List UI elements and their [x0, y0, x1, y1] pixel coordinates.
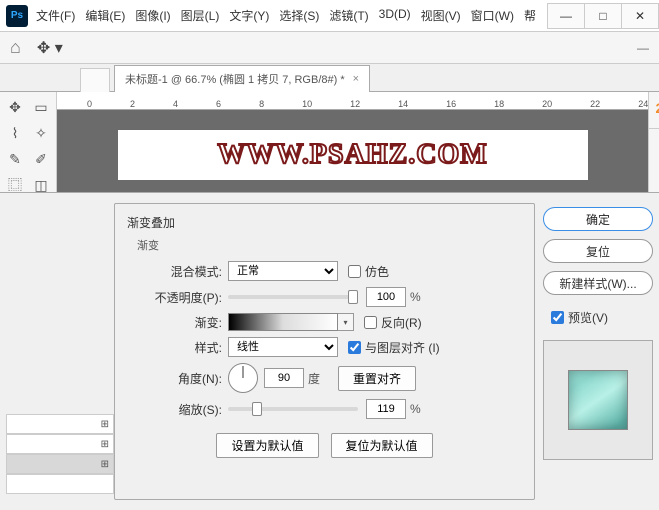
angle-input[interactable]	[264, 368, 304, 388]
brush-tool[interactable]: ✐	[30, 148, 52, 170]
preview-box	[543, 340, 653, 460]
document-tab[interactable]: 未标题-1 @ 66.7% (椭圆 1 拷贝 7, RGB/8#) * ×	[114, 65, 370, 92]
align-label: 与图层对齐 (I)	[365, 339, 440, 356]
scale-label: 缩放(S):	[127, 401, 222, 418]
opacity-label: 不透明度(P):	[127, 289, 222, 306]
menu-select[interactable]: 选择(S)	[279, 7, 319, 24]
tick: 6	[216, 99, 221, 109]
preview-label: 预览(V)	[568, 309, 608, 326]
section-sub: 渐变	[137, 237, 522, 253]
tick: 16	[446, 99, 456, 109]
tick: 22	[590, 99, 600, 109]
main-menu: 文件(F) 编辑(E) 图像(I) 图层(L) 文字(Y) 选择(S) 滤镜(T…	[36, 7, 536, 24]
ok-button[interactable]: 确定	[543, 207, 653, 231]
pct-label: %	[410, 290, 421, 304]
set-default-button[interactable]: 设置为默认值	[216, 433, 318, 458]
tick: 8	[259, 99, 264, 109]
opacity-input[interactable]	[366, 287, 406, 307]
section-header: 渐变叠加	[127, 214, 522, 231]
tick: 18	[494, 99, 504, 109]
collapse-icon[interactable]: —	[637, 41, 649, 55]
layer-style-dialog: ⊞ ⊞ ⊞ 渐变叠加 渐变 混合模式: 正常 仿色 不透明度(P): % 渐变:…	[0, 192, 659, 510]
preview-checkbox[interactable]	[551, 311, 564, 324]
maximize-button[interactable]: □	[584, 3, 622, 29]
tick: 0	[87, 99, 92, 109]
reverse-label: 反向(R)	[381, 314, 422, 331]
tick: 24	[638, 99, 648, 109]
gradient-dropdown-icon[interactable]: ▾	[338, 313, 354, 331]
minimize-button[interactable]: —	[547, 3, 585, 29]
gradient-label: 渐变:	[127, 314, 222, 331]
reset-align-button[interactable]: 重置对齐	[338, 366, 416, 391]
empty-tab[interactable]	[80, 68, 110, 92]
blend-mode-select[interactable]: 正常	[228, 261, 338, 281]
angle-label: 角度(N):	[127, 370, 222, 387]
tick: 12	[350, 99, 360, 109]
style-select[interactable]: 线性	[228, 337, 338, 357]
eyedrop-tool[interactable]: ✎	[4, 148, 26, 170]
tab-title: 未标题-1 @ 66.7% (椭圆 1 拷贝 7, RGB/8#) *	[125, 71, 345, 87]
preview-swatch	[568, 370, 628, 430]
tick: 2	[130, 99, 135, 109]
home-icon[interactable]: ⌂	[10, 37, 21, 58]
watermark-text: WWW.PSAHZ.COM	[217, 139, 487, 171]
opacity-slider[interactable]	[228, 295, 358, 299]
document-page: WWW.PSAHZ.COM	[118, 130, 588, 180]
blend-mode-label: 混合模式:	[127, 263, 222, 280]
lasso-tool[interactable]: ⌇	[4, 122, 26, 144]
angle-dial[interactable]	[228, 363, 258, 393]
menu-view[interactable]: 视图(V)	[421, 7, 461, 24]
pct-label: %	[410, 402, 421, 416]
menu-filter[interactable]: 滤镜(T)	[329, 7, 368, 24]
align-checkbox[interactable]	[348, 341, 361, 354]
dialog-actions: 确定 复位 新建样式(W)... 预览(V)	[535, 203, 653, 500]
menu-file[interactable]: 文件(F)	[36, 7, 75, 24]
reset-default-button[interactable]: 复位为默认值	[331, 433, 433, 458]
menu-layer[interactable]: 图层(L)	[181, 7, 220, 24]
menu-window[interactable]: 窗口(W)	[471, 7, 514, 24]
cancel-button[interactable]: 复位	[543, 239, 653, 263]
style-list: ⊞ ⊞ ⊞	[6, 203, 114, 500]
close-tab-icon[interactable]: ×	[353, 73, 359, 85]
gradient-swatch[interactable]	[228, 313, 338, 331]
style-row[interactable]: ⊞	[6, 414, 114, 434]
panel-number: 2.5	[655, 100, 659, 116]
ruler-horizontal: 0 2 4 6 8 10 12 14 16 18 20 22 24	[57, 92, 648, 110]
deg-label: 度	[308, 370, 320, 387]
tick: 4	[173, 99, 178, 109]
tick: 10	[302, 99, 312, 109]
dither-label: 仿色	[365, 263, 389, 280]
menu-help[interactable]: 帮	[524, 7, 536, 24]
menu-type[interactable]: 文字(Y)	[229, 7, 269, 24]
style-row-selected[interactable]: ⊞	[6, 454, 114, 474]
menu-edit[interactable]: 编辑(E)	[85, 7, 125, 24]
reverse-checkbox[interactable]	[364, 316, 377, 329]
wand-tool[interactable]: ✧	[30, 122, 52, 144]
new-style-button[interactable]: 新建样式(W)...	[543, 271, 653, 295]
move-tool[interactable]: ✥	[4, 96, 26, 118]
scale-input[interactable]	[366, 399, 406, 419]
style-label: 样式:	[127, 339, 222, 356]
style-row[interactable]: ⊞	[6, 434, 114, 454]
move-tool-icon[interactable]: ✥ ▾	[37, 38, 63, 58]
menu-3d[interactable]: 3D(D)	[379, 7, 411, 24]
tick: 20	[542, 99, 552, 109]
tick: 14	[398, 99, 408, 109]
style-row[interactable]	[6, 474, 114, 494]
right-panel: 2.5 ▦ ❐	[648, 92, 659, 192]
scale-slider[interactable]	[228, 407, 358, 411]
canvas-area[interactable]: WWW.PSAHZ.COM	[57, 110, 648, 192]
dither-checkbox[interactable]	[348, 265, 361, 278]
menu-image[interactable]: 图像(I)	[135, 7, 170, 24]
tool-palette: ✥ ▭ ⌇ ✧ ✎ ✐ ⿴ ◫	[0, 92, 57, 192]
gradient-overlay-form: 渐变叠加 渐变 混合模式: 正常 仿色 不透明度(P): % 渐变: ▾ 反向(…	[114, 203, 535, 500]
ps-logo: Ps	[6, 5, 28, 27]
close-button[interactable]: ✕	[621, 3, 659, 29]
artboard-tool[interactable]: ▭	[30, 96, 52, 118]
